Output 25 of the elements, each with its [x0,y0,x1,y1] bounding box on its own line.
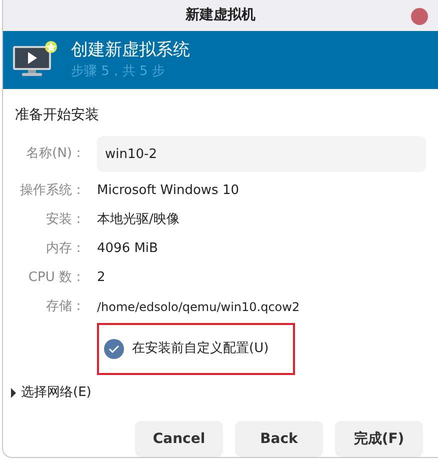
expander-arrow-icon [9,388,17,398]
network-expander[interactable]: 选择网络(E) [9,381,426,405]
checkbox[interactable] [104,339,124,359]
section-title: 准备开始安装 [15,106,100,125]
checkbox-label: 在安装前自定义配置(U) [132,340,269,358]
window-title: 新建虚拟机 [186,6,256,26]
detail-value: /home/edsolo/qemu/win10.qcow2 [97,298,300,316]
detail-label: 安装： [45,210,85,229]
dialog-button[interactable]: Back [235,421,323,457]
detail-label: 操作系统： [19,182,85,200]
detail-label: 内存： [45,240,85,258]
dialog-button[interactable]: Cancel [135,421,223,457]
detail-label: 存储： [45,298,85,316]
detail-label: CPU 数： [27,268,85,287]
name-field[interactable]: win10-2 [97,136,426,172]
detail-value: Microsoft Windows 10 [97,182,239,200]
detail-value: 本地光驱/映像 [97,210,180,229]
dialog-button[interactable]: 完成(F) [335,421,423,457]
checkmark-icon [108,344,120,354]
detail-value: 2 [97,268,106,287]
detail-value: 4096 MiB [97,240,158,258]
field-label: 名称(N)： [25,145,85,164]
banner-subtitle: 步骤 5，共 5 步 [71,64,166,80]
banner-title: 创建新虚拟系统 [71,40,190,60]
close-button[interactable] [411,8,428,25]
